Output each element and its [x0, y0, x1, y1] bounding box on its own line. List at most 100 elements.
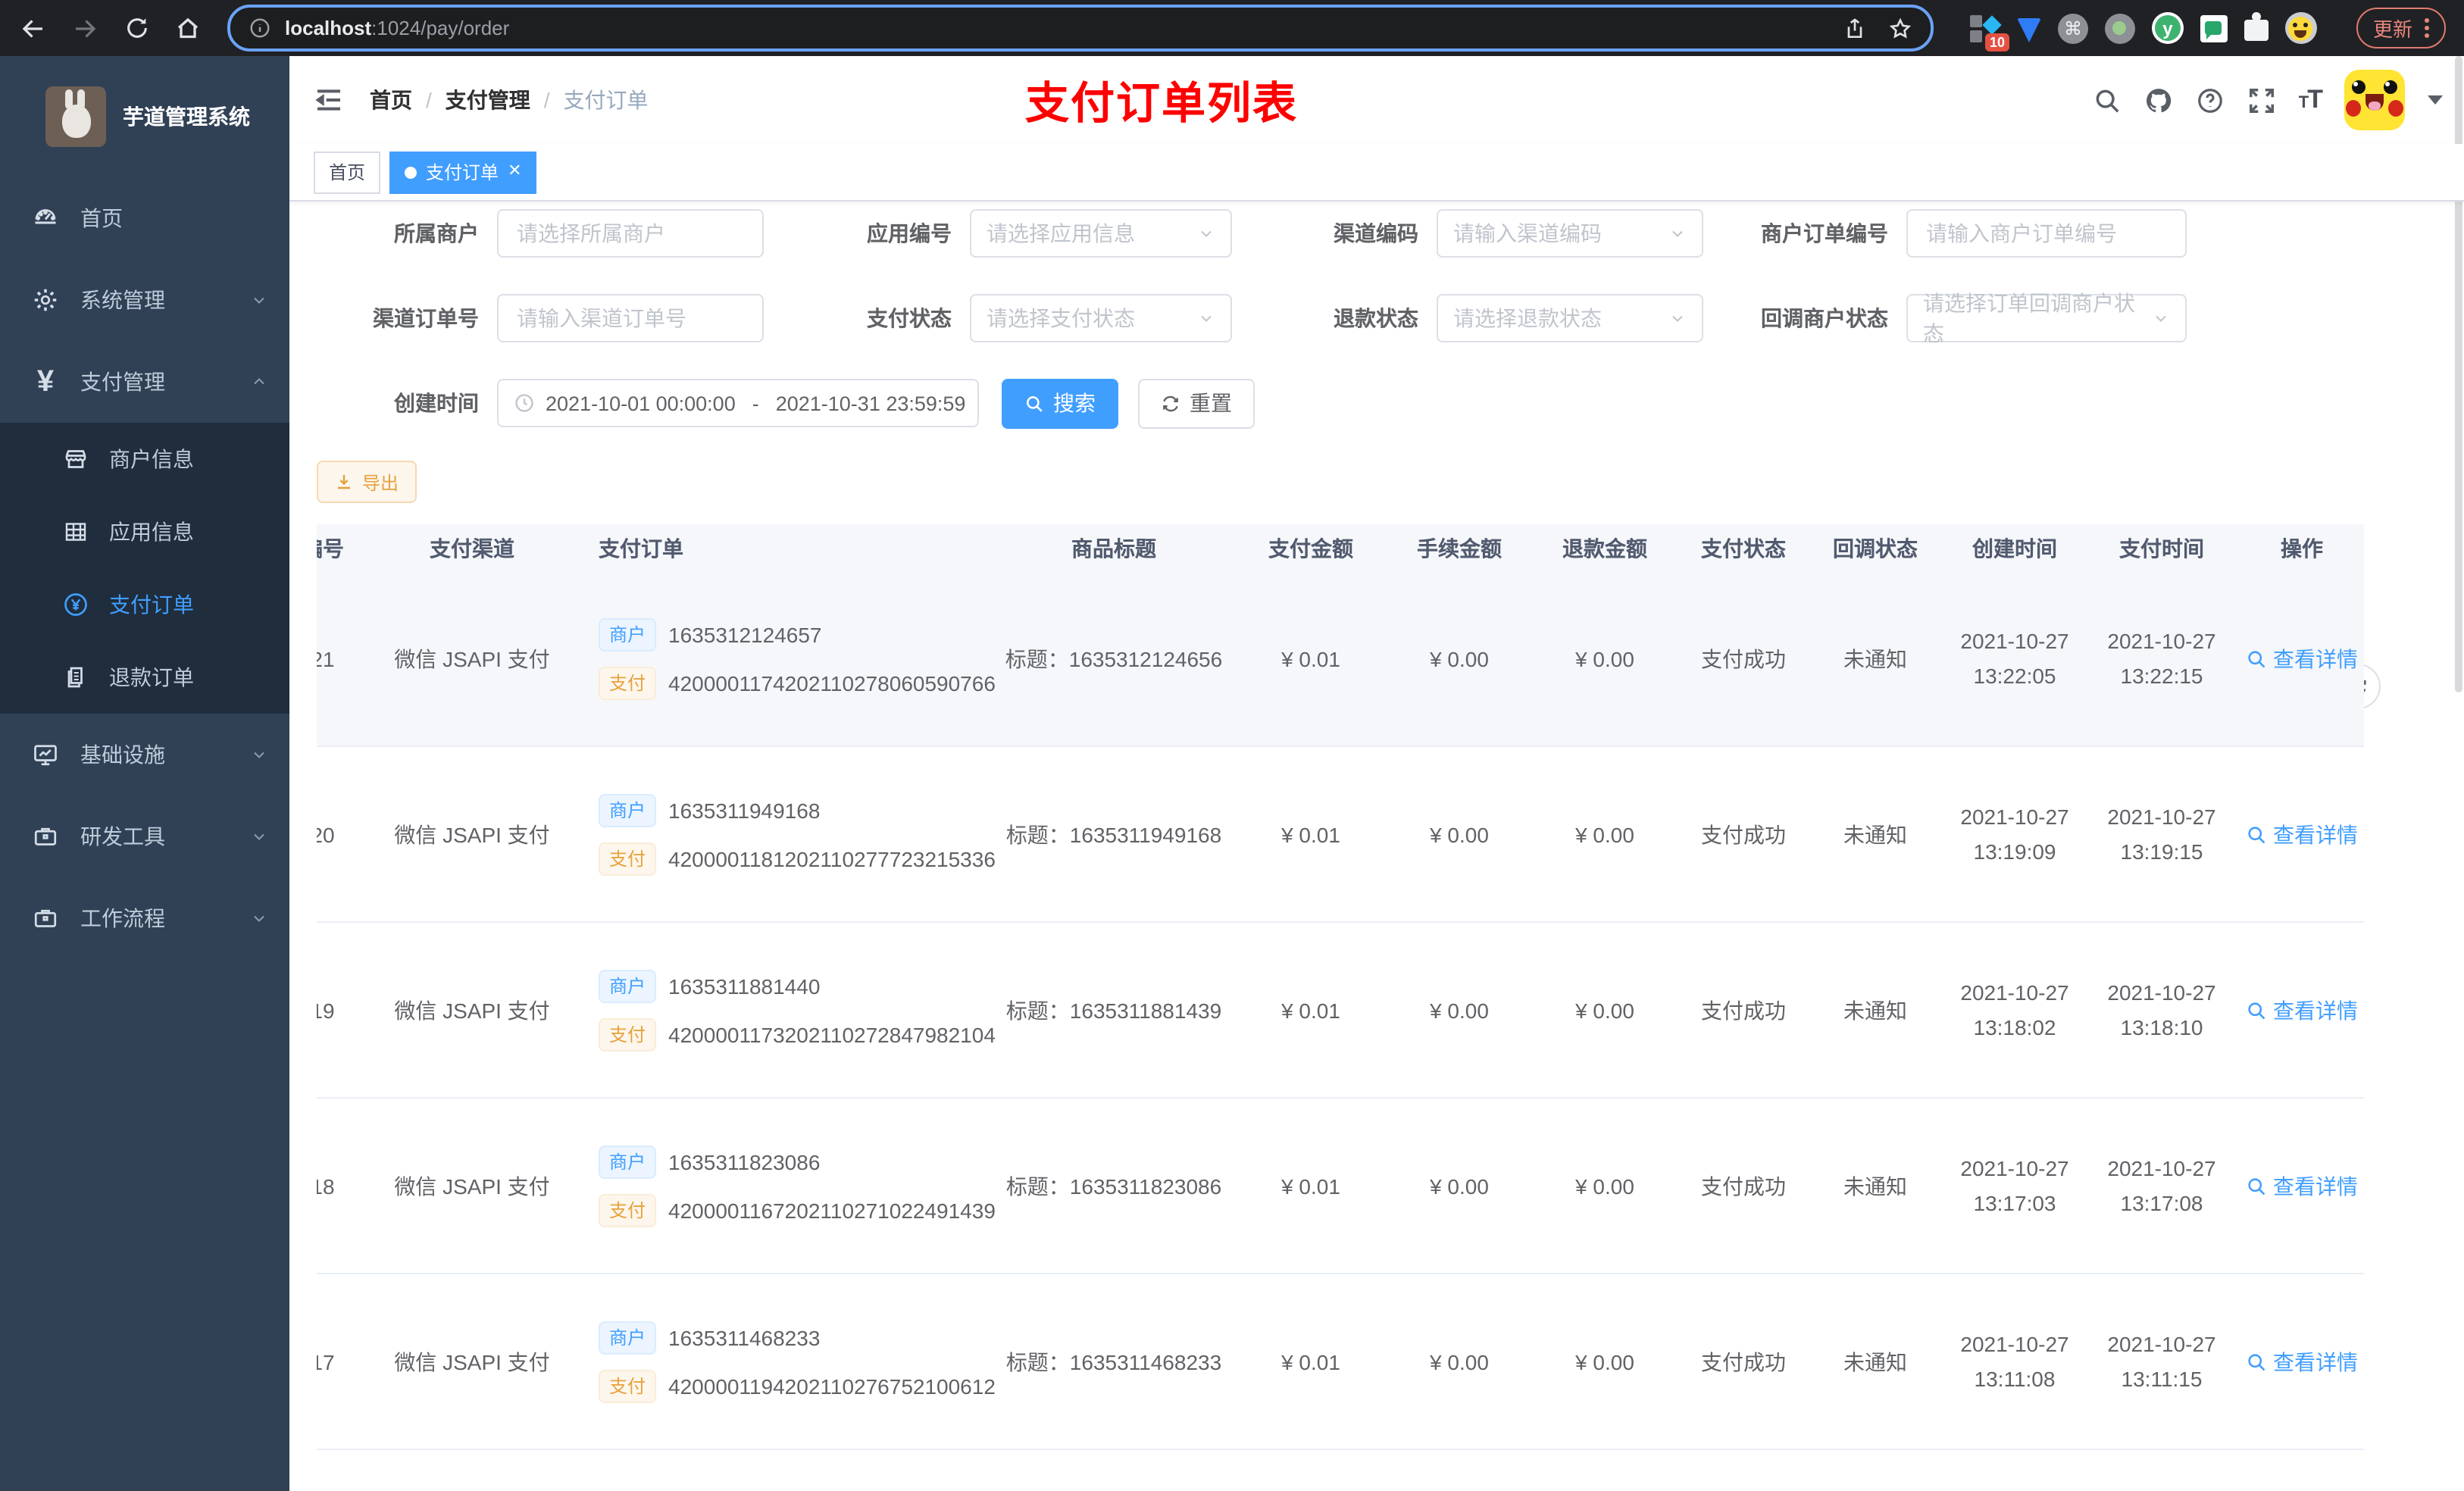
sidebar-item-4[interactable]: 基础设施	[0, 714, 289, 796]
sidebar-subitem-label: 支付订单	[109, 592, 194, 617]
url-bar[interactable]: localhost:1024/pay/order	[227, 5, 1934, 52]
site-info-icon[interactable]	[249, 17, 271, 39]
filter-select-支付状态[interactable]: 请选择支付状态	[970, 294, 1232, 342]
view-detail-link[interactable]: 查看详情	[2246, 1346, 2358, 1377]
tag-首页[interactable]: 首页	[314, 151, 381, 193]
table-row[interactable]: 20 微信 JSAPI 支付 商户 1635311949168 支付 4200001181…	[317, 747, 2364, 923]
sidebar-item-label: 基础设施	[80, 742, 165, 767]
col-header-创建时间: 创建时间	[1972, 536, 2057, 560]
filter-label: 退款状态	[1334, 306, 1418, 330]
sidebar-subitem-退款订单[interactable]: 退款订单	[0, 641, 289, 714]
breadcrumb-item[interactable]: 支付管理	[446, 85, 530, 115]
chevron-down-icon	[250, 746, 268, 764]
col-header-支付时间: 支付时间	[2119, 536, 2204, 560]
table-row[interactable]: 17 微信 JSAPI 支付 商户 1635311468233 支付 4200001194…	[317, 1274, 2364, 1450]
cell-action: 查看详情	[2235, 643, 2364, 674]
date-start[interactable]: 2021-10-01 00:00:00	[546, 392, 736, 414]
sidebar-item-2[interactable]: 系统管理	[0, 259, 289, 341]
browser-reload-icon[interactable]	[121, 13, 152, 43]
update-label: 更新	[2372, 18, 2412, 41]
filter-input-所属商户[interactable]	[497, 209, 764, 258]
devtools-extension-icon[interactable]: 10	[1969, 13, 2009, 51]
table-row[interactable]: 商户1635311951796	[317, 1450, 2364, 1491]
view-detail-label: 查看详情	[2273, 1174, 2358, 1198]
cell-id: 20	[317, 822, 335, 846]
bookmark-star-icon[interactable]	[1888, 16, 1912, 40]
view-detail-link[interactable]: 查看详情	[2246, 1171, 2358, 1201]
cell-create-time: 2021-10-27 13:22:05	[1960, 628, 2069, 687]
cell-channel: 微信 JSAPI 支付	[394, 1174, 550, 1198]
sidebar-item-label: 支付管理	[80, 370, 165, 394]
browser-forward-icon[interactable]	[70, 13, 100, 43]
sidebar-subitem-应用信息[interactable]: 应用信息	[0, 495, 289, 568]
sidebar-item-3[interactable]: ¥ 支付管理	[0, 341, 289, 423]
filter-input-field[interactable]	[514, 305, 747, 332]
merchant-order-no: 1635311881440	[668, 974, 821, 998]
breadcrumb-separator: /	[426, 88, 432, 112]
filter-input-field[interactable]	[1923, 220, 2170, 247]
sidebar-item-6[interactable]: 工作流程	[0, 877, 289, 959]
table-row[interactable]: 18 微信 JSAPI 支付 商户 1635311823086 支付 4200001167…	[317, 1099, 2364, 1274]
browser-back-icon[interactable]	[18, 13, 48, 43]
date-end[interactable]: 2021-10-31 23:59:59	[776, 392, 966, 414]
sidebar-item-5[interactable]: 研发工具	[0, 796, 289, 877]
select-placeholder: 请选择订单回调商户状态	[1923, 291, 2135, 345]
table-row[interactable]: 21 微信 JSAPI 支付 商户 1635312124657 支付 4200001174…	[317, 571, 2364, 747]
pay-order-no: 4200001181202110277723215336	[668, 846, 996, 871]
avatar-caret-icon[interactable]	[2428, 95, 2443, 105]
help-icon[interactable]	[2196, 86, 2225, 114]
content: 所属商户应用编号请选择应用信息渠道编码请输入渠道编码商户订单编号 渠道订单号支付…	[289, 202, 2464, 1491]
chevron-down-icon	[1668, 309, 1687, 327]
sidebar-logo[interactable]: 芋道管理系统	[0, 56, 289, 177]
filter-input-渠道订单号[interactable]	[497, 294, 764, 342]
create-time-range-input[interactable]: 2021-10-01 00:00:00 - 2021-10-31 23:59:5…	[497, 379, 979, 427]
avatar[interactable]	[2344, 70, 2405, 130]
view-detail-link[interactable]: 查看详情	[2246, 819, 2358, 849]
col-header-回调状态: 回调状态	[1833, 536, 1918, 560]
cell-fee: ¥ 0.00	[1430, 998, 1489, 1022]
view-detail-link[interactable]: 查看详情	[2246, 643, 2358, 674]
filter-select-退款状态[interactable]: 请选择退款状态	[1437, 294, 1703, 342]
filter-row-1: 所属商户 应用编号 请选择应用信息 渠道编码 请输入渠道编码 商户订单编号	[317, 209, 2437, 258]
url-text[interactable]: localhost:1024/pay/order	[285, 17, 509, 39]
breadcrumb-item[interactable]: 首页	[370, 85, 412, 115]
sidebar-subitem-支付订单[interactable]: 支付订单	[0, 568, 289, 641]
recorder-extension-icon[interactable]	[2104, 13, 2135, 43]
browser-home-icon[interactable]	[173, 13, 203, 43]
export-button[interactable]: 导出	[317, 461, 417, 503]
search-button[interactable]: 搜索	[1002, 378, 1118, 428]
logo-image	[45, 86, 106, 147]
tag-label: 首页	[329, 162, 366, 183]
browser-menu-icon[interactable]	[2425, 18, 2429, 38]
command-extension-icon[interactable]: ⌘	[2057, 13, 2088, 43]
table-row[interactable]: 19 微信 JSAPI 支付 商户 1635311881440 支付 4200001173…	[317, 923, 2364, 1099]
hamburger-icon[interactable]	[314, 85, 344, 115]
filter-select-回调商户状态[interactable]: 请选择订单回调商户状态	[1906, 291, 2187, 345]
view-detail-link[interactable]: 查看详情	[2246, 995, 2358, 1025]
magnifier-icon	[2246, 1175, 2267, 1196]
briefcase-icon	[30, 821, 61, 852]
tag-close-icon[interactable]: ✕	[508, 163, 521, 180]
cell-pay-order: 商户 1635312124657 支付 42000011742021102780605…	[576, 617, 996, 699]
y-extension-icon[interactable]: y	[2151, 12, 2184, 44]
filter-input-商户订单编号[interactable]	[1906, 209, 2187, 258]
gear-icon	[30, 285, 61, 315]
emoji-extension-icon[interactable]	[2284, 12, 2317, 44]
browser-update-button[interactable]: 更新	[2356, 8, 2446, 48]
sidebar-subitem-商户信息[interactable]: 商户信息	[0, 423, 289, 495]
extensions-puzzle-icon[interactable]	[2244, 12, 2269, 41]
filter-input-field[interactable]	[514, 220, 747, 247]
share-icon[interactable]	[1843, 16, 1867, 40]
reset-button[interactable]: 重置	[1138, 378, 1255, 428]
github-icon[interactable]	[2144, 86, 2173, 114]
filter-select-应用编号[interactable]: 请选择应用信息	[970, 209, 1232, 258]
chat-extension-icon[interactable]	[2200, 14, 2228, 42]
font-size-icon[interactable]: TT	[2299, 85, 2323, 115]
cell-pay-time: 2021-10-27 13:11:15	[2107, 1331, 2216, 1390]
gem-extension-icon[interactable]	[2016, 17, 2041, 42]
tag-支付订单[interactable]: 支付订单 ✕	[389, 151, 537, 193]
filter-select-渠道编码[interactable]: 请输入渠道编码	[1437, 209, 1703, 258]
fullscreen-icon[interactable]	[2247, 86, 2276, 114]
sidebar-item-1[interactable]: 首页	[0, 177, 289, 259]
search-icon[interactable]	[2093, 86, 2122, 114]
